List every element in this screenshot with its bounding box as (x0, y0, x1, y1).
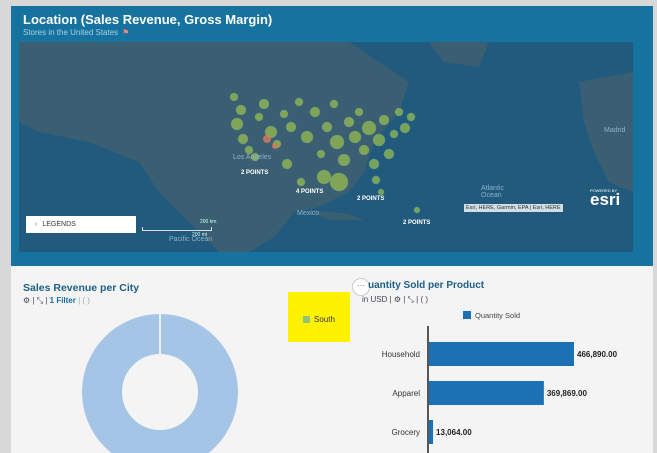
legend-swatch (463, 311, 471, 319)
cluster-label[interactable]: 2 POINTS (403, 220, 430, 226)
map-subtitle: Stores in the United States ⚑ (23, 28, 129, 37)
cluster-label[interactable]: 2 POINTS (357, 196, 384, 202)
category-label: Household (382, 350, 420, 359)
highlight-label: South (314, 315, 335, 324)
sales-donut-chart[interactable] (80, 312, 240, 453)
value-label: 13,064.00 (436, 428, 472, 437)
bar (429, 381, 544, 405)
chart-toolbar-suffix: | ( ) (78, 296, 90, 305)
filter-flag-icon: ⚑ (122, 28, 130, 37)
quantity-chart-title: uantity Sold per Product (368, 280, 485, 291)
quantity-bar-chart[interactable]: Household 466,890.00 Apparel 369,869.00 Groc… (361, 326, 641, 453)
sales-chart-toolbar: ⚙ | ⤡ | 1 Filter | ( ) (23, 296, 90, 306)
bar (429, 342, 574, 366)
place-label: Mexico (297, 210, 320, 217)
category-label: Grocery (392, 428, 420, 437)
legend-swatch (303, 316, 310, 323)
esri-logo[interactable]: esri (590, 190, 620, 210)
map-canvas[interactable]: 2 POINTS 4 POINTS 2 POINTS 2 POINTS Los … (19, 42, 633, 252)
sales-chart-title: Sales Revenue per City (23, 282, 140, 294)
category-label: Apparel (392, 389, 420, 398)
scale-top-label: 200 km (200, 219, 217, 225)
value-label: 466,890.00 (577, 350, 618, 359)
value-label: 369,869.00 (547, 389, 588, 398)
scale-bar: 200 km 200 mi (142, 217, 220, 239)
scale-bottom-label: 200 mi (192, 232, 208, 238)
place-label: Madrid (604, 127, 626, 134)
map-panel: Location (Sales Revenue, Gross Margin) S… (11, 6, 653, 266)
cluster-label[interactable]: 2 POINTS (241, 170, 268, 176)
bar (429, 420, 434, 444)
chevron-right-icon: › (35, 221, 38, 228)
scale-line (142, 227, 212, 231)
place-label: Atlantic Ocean (481, 185, 504, 199)
filter-link[interactable]: 1 Filter (50, 296, 76, 305)
map-subtitle-text: Stores in the United States (23, 28, 119, 37)
place-label: Los Angeles (233, 154, 272, 161)
legends-label: LEGENDS (42, 221, 76, 228)
legends-button[interactable]: › LEGENDS (26, 216, 136, 233)
map-attribution[interactable]: Esri, HERE, Garmin, EPA | Esri, HERE (464, 204, 563, 212)
cluster-label[interactable]: 4 POINTS (296, 189, 323, 195)
south-highlight[interactable]: South (288, 292, 350, 342)
legend-label: Quantity Sold (475, 311, 521, 320)
chart-toolbar-icons[interactable]: ⚙ | ⤡ | (23, 296, 47, 305)
quantity-chart-toolbar[interactable]: in USD | ⚙ | ⤡ | ( ) (362, 295, 428, 305)
quantity-legend: Quantity Sold (463, 311, 520, 320)
greenland-landmass (429, 42, 489, 67)
map-title: Location (Sales Revenue, Gross Margin) (23, 12, 273, 27)
app-frame: Location (Sales Revenue, Gross Margin) S… (11, 6, 653, 453)
